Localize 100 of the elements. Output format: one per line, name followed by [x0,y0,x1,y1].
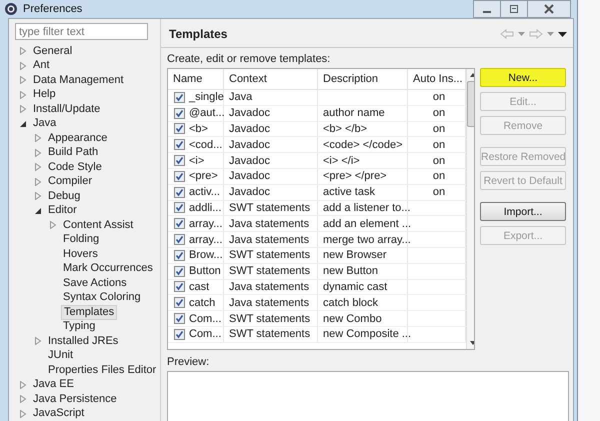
checkbox[interactable] [174,92,185,103]
column-header[interactable]: Context [224,69,318,89]
tree-item[interactable]: Help [31,88,58,102]
tree-item[interactable]: JavaScript [31,407,86,420]
close-icon [544,4,554,14]
table-cell: new Browser [323,249,387,262]
checkbox[interactable] [174,202,185,214]
column-header[interactable]: Description [318,69,408,89]
minimize-icon [483,11,491,13]
tree-item[interactable]: Templates [61,304,118,320]
close-button[interactable] [527,0,571,18]
table-cell: on [432,122,446,135]
collapse-arrow-icon[interactable] [19,120,27,128]
tree-item[interactable]: Ant [31,59,52,72]
table-cell: Javadoc [229,154,270,167]
table-cell: activ... [189,186,220,198]
filter-field[interactable]: type filter text [15,23,148,40]
table-cell: Com... [189,328,222,340]
table-cell: @aut... [189,107,225,120]
tree-item[interactable]: Install/Update [31,102,102,116]
scroll-down-icon[interactable] [470,341,474,345]
menu-arrow-icon[interactable] [558,32,567,36]
table-cell: on [432,138,446,151]
checkbox[interactable] [174,328,185,340]
checkbox[interactable] [174,297,185,308]
tree-item[interactable]: General [31,44,74,58]
page-description: Create, edit or remove templates: [167,52,332,66]
table-cell: add a listener to... [323,202,410,214]
table-cell: <i> </i> [323,154,360,167]
tree-item[interactable]: Mark Occurrences [61,262,155,276]
table-cell: Javadoc [229,107,270,120]
checkbox[interactable] [174,155,185,166]
table-cell: Button [189,265,221,278]
table-cell: Javadoc [229,170,270,182]
table-cell: on [432,186,446,198]
column-header[interactable]: Name [168,69,224,89]
table-cell: active task [323,186,375,198]
action-button[interactable]: New... [480,68,566,87]
action-button[interactable]: Import... [480,202,566,221]
tree-item[interactable]: Data Management [31,74,126,87]
checkbox[interactable] [174,186,185,198]
table-cell: SWT statements [229,328,310,340]
tree-item[interactable]: Java EE [31,378,76,392]
table-cell: SWT statements [229,312,310,325]
table-cell: on [432,91,446,104]
tree-item[interactable]: Syntax Coloring [61,291,143,304]
minimize-button[interactable] [473,0,501,18]
table-cell: <pre> </pre> [323,170,387,182]
tree-item[interactable]: Code Style [46,160,104,174]
maximize-icon [509,4,519,14]
table-cell: author name [323,107,385,120]
table-cell: <i> [189,154,204,167]
tree-item[interactable]: Appearance [46,132,110,145]
checkbox[interactable] [174,281,185,292]
table-cell: Java statements [229,280,310,293]
checkbox[interactable] [174,139,185,150]
tree-item[interactable]: Typing [61,320,98,334]
table-cell: array... [189,218,222,230]
preview-label: Preview: [167,356,210,369]
tree-item[interactable]: Content Assist [61,218,136,232]
table-cell: <cod... [189,138,222,151]
tree-item[interactable]: Editor [46,204,79,218]
tree-item[interactable]: JUnit [46,349,76,362]
scroll-up-icon[interactable] [470,73,474,77]
tree-item[interactable]: Debug [46,190,82,203]
tree-item[interactable]: Build Path [46,146,100,160]
table-cell: Javadoc [229,122,270,135]
tree-item[interactable]: Save Actions [61,276,129,290]
tree-item[interactable]: Installed JREs [46,334,120,348]
checkbox[interactable] [174,313,185,324]
table-cell: addli... [189,202,222,214]
tree-item[interactable]: Folding [61,233,102,246]
checkbox[interactable] [174,234,185,246]
checkbox[interactable] [174,218,185,230]
table-cell: new Combo [323,312,382,325]
table-cell: add an element ... [323,218,412,230]
table-cell: Java statements [229,296,310,309]
checkbox[interactable] [174,108,185,119]
tree-item[interactable]: Compiler [46,175,94,188]
checkbox[interactable] [174,250,185,261]
table-cell: Java statements [229,218,310,230]
table-cell: on [432,170,446,182]
table-cell: SWT statements [229,249,310,262]
tree-item[interactable]: Properties Files Editor [46,364,158,377]
collapse-arrow-icon[interactable] [34,206,42,215]
tree-item[interactable]: Java Persistence [31,392,119,406]
checkbox[interactable] [174,266,185,277]
tree-item[interactable]: Java [31,117,58,130]
tree-item[interactable]: Hovers [61,248,100,261]
table-cell: Javadoc [229,138,270,151]
maximize-button[interactable] [500,0,528,18]
table-cell: merge two array... [323,234,411,246]
table-cell: Javadoc [229,186,270,198]
table-cell: _single [189,91,224,104]
checkbox[interactable] [174,123,185,134]
table-cell: new Button [323,265,378,278]
table-cell: array... [189,234,222,246]
checkbox[interactable] [174,170,185,182]
table-cell: Com... [189,312,222,325]
table-cell: new Composite ... [323,328,412,340]
